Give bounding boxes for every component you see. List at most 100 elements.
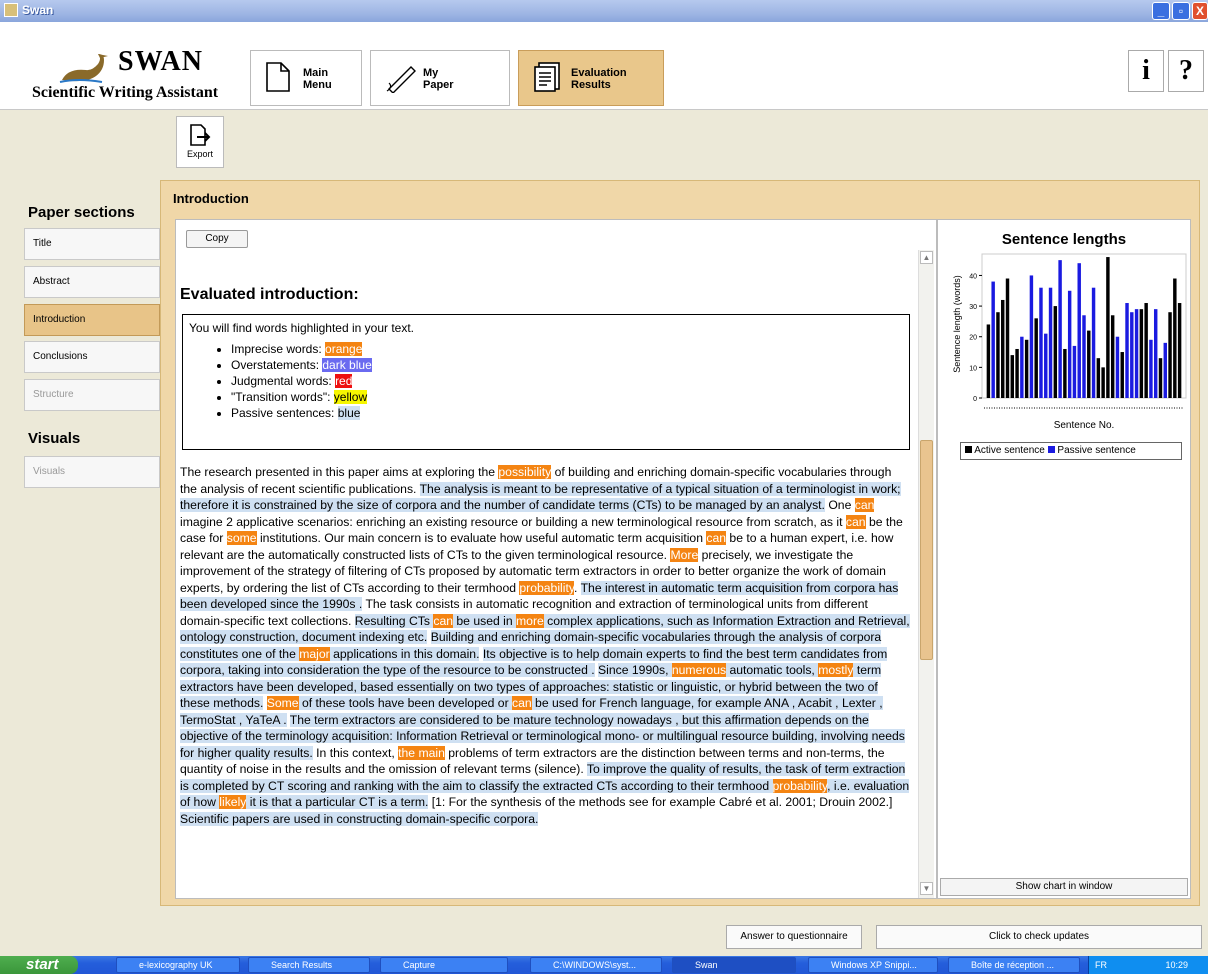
chart-bar [1005, 278, 1010, 398]
show-chart-button[interactable]: Show chart in window [940, 878, 1188, 896]
legend-item: "Transition words": yellow [231, 389, 903, 405]
chart-bar [1158, 358, 1163, 398]
sidebar-item-visuals[interactable]: Visuals [24, 456, 160, 488]
chart-bar [991, 281, 995, 398]
introduction-body-text: The research presented in this paper aim… [180, 465, 910, 826]
chart-bar [1053, 306, 1058, 398]
chart-legend: Active sentence Passive sentence [960, 442, 1182, 460]
task-cmd[interactable]: C:\WINDOWS\syst... [530, 957, 662, 973]
chart-ylabel: Sentence length (words) [952, 275, 962, 373]
evaluated-text-pane: Copy Evaluated introduction: You will fi… [175, 219, 937, 899]
y-tick-label: 0 [973, 396, 977, 403]
system-tray: FR 10:29 [1088, 956, 1208, 974]
task-elexicography[interactable]: e-lexicography UK [116, 957, 240, 973]
scroll-thumb[interactable] [920, 440, 933, 660]
tab-main-menu-label: Main Menu [303, 67, 332, 91]
chart-bar [1110, 315, 1115, 398]
task-search-results[interactable]: Search Results [248, 957, 370, 973]
sidebar-item-title[interactable]: Title [24, 228, 160, 260]
info-button[interactable]: i [1128, 50, 1164, 92]
task-snipping[interactable]: Windows XP Snippi... [808, 957, 938, 973]
legend-item: Judgmental words: red [231, 373, 903, 389]
tab-main-menu[interactable]: Main Menu [250, 50, 362, 106]
chart-bar [1134, 309, 1139, 398]
chart-bar [1130, 312, 1134, 398]
legend-swatch-active [965, 446, 972, 453]
tab-my-paper[interactable]: My Paper [370, 50, 510, 106]
text-scrollbar[interactable]: ▲ ▼ [918, 250, 934, 898]
chart-bar [1082, 315, 1086, 398]
chart-bar [1106, 257, 1110, 398]
panel-title: Introduction [173, 191, 249, 206]
chart-bar [1029, 275, 1034, 398]
task-swan[interactable]: Swan [672, 957, 796, 973]
chart-bar [1125, 303, 1129, 398]
document-icon [266, 62, 290, 92]
sidebar-item-introduction[interactable]: Introduction [24, 304, 160, 336]
sidebar-item-conclusions[interactable]: Conclusions [24, 341, 160, 373]
sidebar-item-abstract[interactable]: Abstract [24, 266, 160, 298]
chart-bar [1063, 348, 1067, 398]
chart-bar [1139, 309, 1144, 398]
chart-bar [1087, 330, 1091, 398]
swan-logo-icon [59, 54, 108, 83]
legend-swatch-passive [1047, 446, 1055, 453]
text-scroll-area[interactable]: Evaluated introduction: You will find wo… [180, 250, 918, 898]
scroll-down-icon[interactable]: ▼ [920, 882, 933, 895]
chart-bar [1015, 348, 1019, 398]
language-indicator[interactable]: FR [1095, 960, 1107, 970]
chart-bar [1048, 287, 1053, 398]
tab-evaluation-results[interactable]: Evaluation Results [518, 50, 664, 106]
export-button[interactable]: Export [176, 116, 224, 168]
tab-my-paper-label: My Paper [423, 67, 454, 91]
export-label: Export [186, 149, 213, 159]
task-capture[interactable]: Capture [380, 957, 508, 973]
tab-evaluation-results-label: Evaluation Results [571, 67, 627, 91]
chart-bar [1067, 290, 1072, 398]
sidebar-item-structure[interactable]: Structure [24, 379, 160, 411]
chart-bar [1153, 309, 1158, 398]
chart-title: Sentence lengths [1002, 231, 1126, 248]
chart-bar [1072, 345, 1077, 398]
chart-bar [1120, 352, 1124, 398]
chart-bar [1091, 287, 1096, 398]
window-title: Swan [22, 3, 54, 17]
legend-active-label: Active sentence [974, 445, 1045, 456]
close-button[interactable]: X [1192, 2, 1208, 20]
logo-title: SWAN [118, 46, 203, 77]
evaluated-heading: Evaluated introduction: [180, 286, 359, 303]
title-bar: Swan _ ▫ X [0, 0, 1208, 22]
toolbar: SWAN Scientific Writing Assistant Main M… [0, 22, 1208, 110]
chart-bar [1001, 299, 1005, 398]
chart-pane: Sentence lengths Sentence length (words)… [937, 219, 1191, 899]
minimize-button[interactable]: _ [1152, 2, 1170, 20]
start-button[interactable]: start [0, 956, 78, 974]
export-icon [190, 124, 211, 146]
chart-bar [1077, 263, 1081, 398]
start-label: start [26, 956, 59, 973]
task-inbox[interactable]: Boîte de réception ... [948, 957, 1080, 973]
logo-subtitle: Scientific Writing Assistant [32, 84, 219, 101]
paper-sections-header: Paper sections [28, 204, 135, 221]
y-tick-label: 20 [969, 335, 977, 342]
check-updates-button[interactable]: Click to check updates [876, 925, 1202, 949]
restore-button[interactable]: ▫ [1172, 2, 1190, 20]
introduction-panel: Introduction Copy Evaluated introduction… [160, 180, 1200, 906]
clock: 10:29 [1165, 960, 1189, 970]
chart-plot-area: 0 10 20 30 40 [969, 253, 1187, 409]
chart-bar [1149, 339, 1153, 398]
chart-bar [1010, 355, 1015, 398]
chart-xlabel: Sentence No. [1054, 420, 1115, 431]
chart-bar [1034, 318, 1038, 398]
chart-bar [1177, 303, 1182, 398]
chart-bar [1096, 358, 1101, 398]
chart-bar [1020, 336, 1024, 398]
chart-bar [1024, 339, 1029, 398]
app-icon [4, 3, 18, 17]
legend-intro: You will find words highlighted in your … [189, 321, 415, 335]
copy-button[interactable]: Copy [186, 230, 248, 248]
scroll-up-icon[interactable]: ▲ [920, 251, 933, 264]
questionnaire-button[interactable]: Answer to questionnaire [726, 925, 862, 949]
chart-bar [1163, 342, 1167, 398]
help-button[interactable]: ? [1168, 50, 1204, 92]
